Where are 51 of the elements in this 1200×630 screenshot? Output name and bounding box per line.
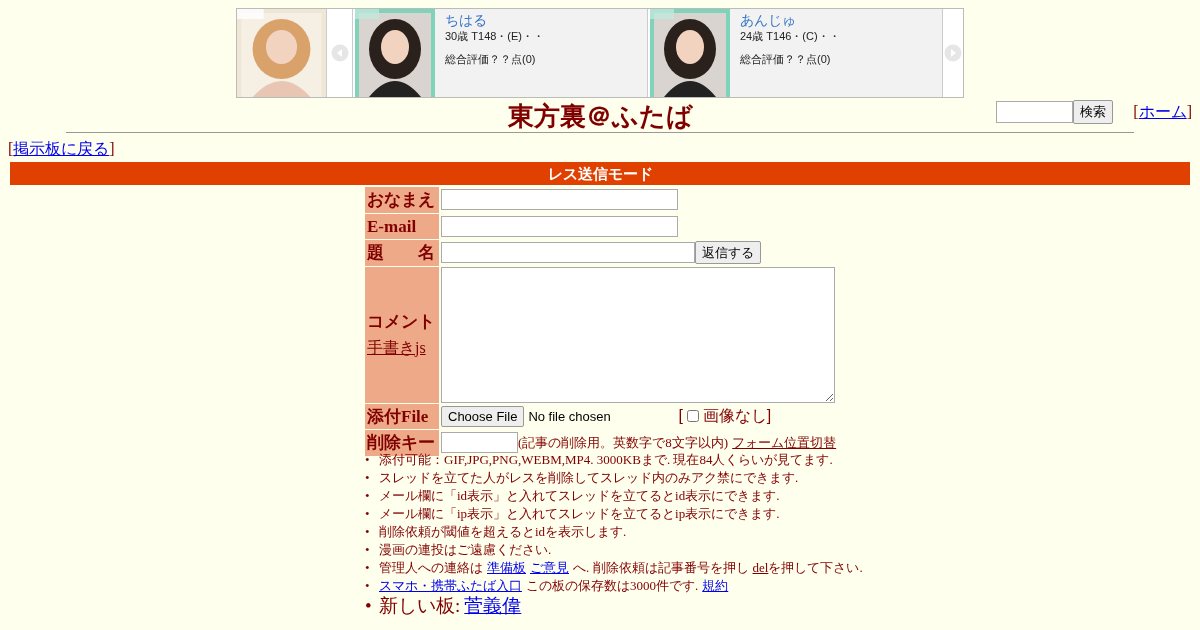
bullet: •: [365, 468, 371, 487]
bracket-text: [: [678, 406, 683, 427]
profile-rating: 総合評価？？点(0): [740, 52, 832, 67]
profile-info: 24歳 T146・(C)・・: [740, 29, 840, 43]
field-label: 題 名: [367, 242, 436, 264]
rule-note: 添付可能：GIF,JPG,PNG,WEBM,MP4. 3000KBまで. 現在84人くらいが見てます.: [379, 451, 834, 469]
text-field[interactable]: [441, 189, 678, 211]
subject-field[interactable]: [441, 242, 695, 264]
field-label: おなまえ: [367, 189, 436, 211]
bullet: •: [365, 594, 373, 617]
bullet: •: [365, 576, 371, 595]
mode-bar: レス送信モード: [10, 162, 1190, 185]
board-title: 東方裏＠ふたば: [507, 101, 693, 131]
rule-note: スマホ・携帯ふたば入口 この板の保存数は3000件です. 規約: [379, 576, 730, 595]
file-status: No file chosen: [528, 407, 612, 426]
profile-rating: 総合評価？？点(0): [445, 52, 537, 67]
rule-note: 漫画の連投はご遠慮ください.: [379, 540, 553, 559]
profile-info: 30歳 T148・(E)・・: [445, 29, 545, 43]
no-image-label: 画像なし: [702, 406, 767, 427]
rule-note: メール欄に「id表示」と入れてスレッドを立てるとid表示にできます.: [379, 486, 781, 505]
bullet: •: [365, 486, 371, 505]
choose-file-button[interactable]: Choose File: [441, 405, 525, 427]
field-label: 削除キー: [367, 432, 436, 453]
handwriting-link[interactable]: 手書きjs: [367, 338, 426, 356]
submit-button[interactable]: 返信する: [695, 241, 761, 265]
form-position-link[interactable]: フォーム位置切替: [732, 433, 837, 453]
back-link[interactable]: [掲示板に戻る]: [8, 140, 115, 157]
comment-field[interactable]: [441, 266, 835, 403]
rule-note: 新しい板: 菅義偉: [379, 594, 523, 617]
rule-note: スレッドを立てた人がレスを削除してスレッド内のみアク禁にできます.: [379, 468, 800, 487]
bullet: •: [365, 522, 371, 541]
bullet: •: [365, 451, 371, 469]
bracket-text: ]: [766, 406, 772, 427]
profile-name[interactable]: あんじゅ: [740, 11, 840, 29]
profile-name[interactable]: ちはる: [445, 11, 545, 29]
field-label: E-mail: [367, 215, 418, 238]
delete-key-field[interactable]: [441, 432, 518, 454]
delete-key-note: (記事の削除用。英数字で8文字以内): [518, 434, 729, 452]
rule-note: 管理人への連絡は 準備板 ご意見 へ. 削除依頼は記事番号を押し delを押して下さい.: [379, 558, 864, 577]
bullet: •: [365, 504, 371, 523]
rule-note: メール欄に「ip表示」と入れてスレッドを立てるとip表示にできます.: [379, 504, 781, 523]
search-field[interactable]: [996, 101, 1074, 123]
search-button[interactable]: 検索: [1073, 100, 1114, 124]
no-image-checkbox[interactable]: [686, 410, 699, 423]
text-field[interactable]: [441, 215, 678, 237]
bullet: •: [365, 558, 371, 577]
bullet: •: [365, 540, 371, 559]
home-link[interactable]: [ホーム]: [1133, 100, 1192, 124]
rule-note: 削除依頼が閾値を超えるとidを表示します.: [379, 522, 628, 541]
field-label: 添付File: [367, 405, 430, 428]
field-label: コメント: [367, 311, 436, 333]
